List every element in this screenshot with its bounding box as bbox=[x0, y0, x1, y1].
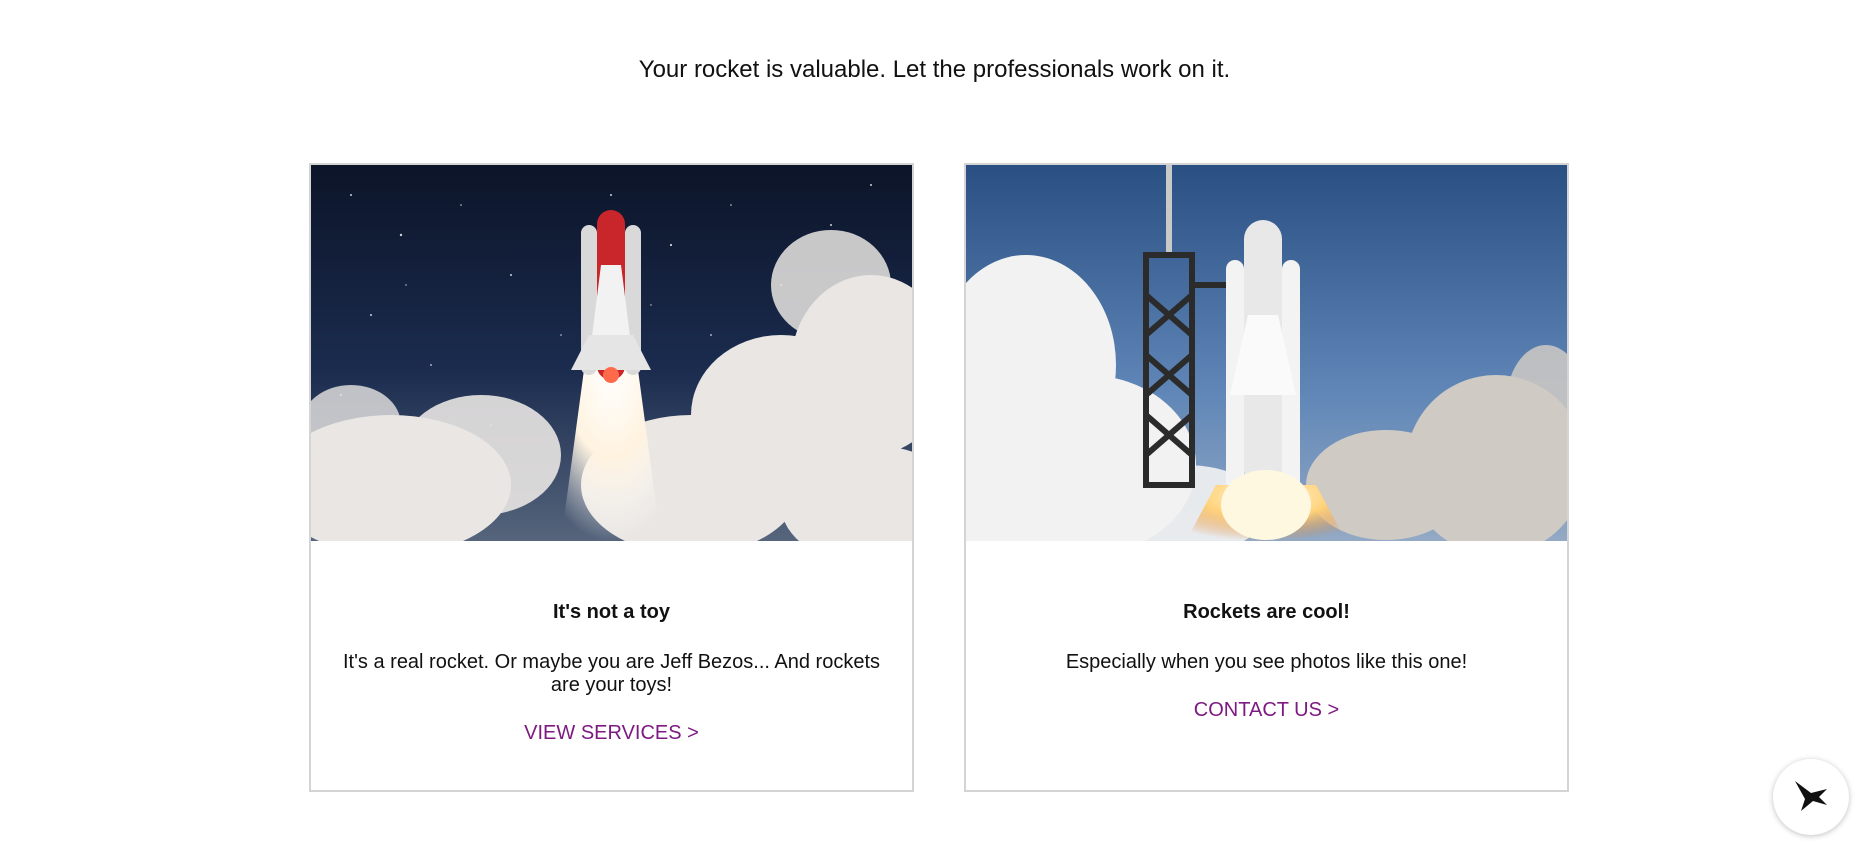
view-services-link[interactable]: VIEW SERVICES > bbox=[311, 722, 912, 745]
chat-widget-button[interactable] bbox=[1773, 759, 1849, 835]
card-body: Especially when you see photos like this… bbox=[1065, 651, 1468, 673]
card-title: Rockets are cool! bbox=[1183, 601, 1350, 623]
service-card-not-a-toy: It's not a toy It's a real rocket. Or ma… bbox=[309, 163, 914, 792]
card-title: It's not a toy bbox=[553, 601, 670, 623]
card-body: It's a real rocket. Or maybe you are Jef… bbox=[342, 651, 881, 696]
contact-us-link[interactable]: CONTACT US > bbox=[966, 699, 1567, 722]
rocket-night-launch-image bbox=[311, 165, 912, 541]
rocket-launch-pad-image bbox=[966, 165, 1567, 541]
bird-icon bbox=[1791, 775, 1831, 820]
service-card-rockets-cool: Rockets are cool! Especially when you se… bbox=[964, 163, 1569, 792]
page-tagline: Your rocket is valuable. Let the profess… bbox=[638, 56, 1231, 83]
